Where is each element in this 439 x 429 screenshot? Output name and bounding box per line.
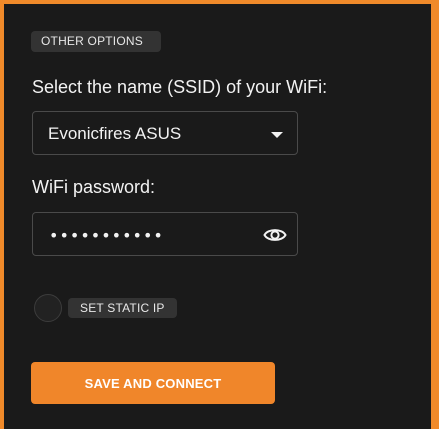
- wifi-settings-panel: OTHER OPTIONS Select the name (SSID) of …: [4, 4, 431, 429]
- password-input[interactable]: [47, 223, 251, 247]
- other-options-button[interactable]: OTHER OPTIONS: [31, 31, 161, 52]
- ssid-label: Select the name (SSID) of your WiFi:: [32, 77, 328, 97]
- chevron-down-icon: [271, 132, 283, 138]
- password-label: WiFi password:: [32, 177, 156, 197]
- ssid-selected-value: Evonicfires ASUS: [48, 124, 182, 143]
- set-static-ip-label[interactable]: SET STATIC IP: [68, 298, 177, 318]
- save-and-connect-button[interactable]: SAVE AND CONNECT: [31, 362, 275, 404]
- password-field-container: [32, 212, 298, 256]
- eye-icon[interactable]: [263, 224, 287, 246]
- ssid-select[interactable]: Evonicfires ASUS: [32, 111, 298, 155]
- static-ip-toggle[interactable]: [34, 294, 62, 322]
